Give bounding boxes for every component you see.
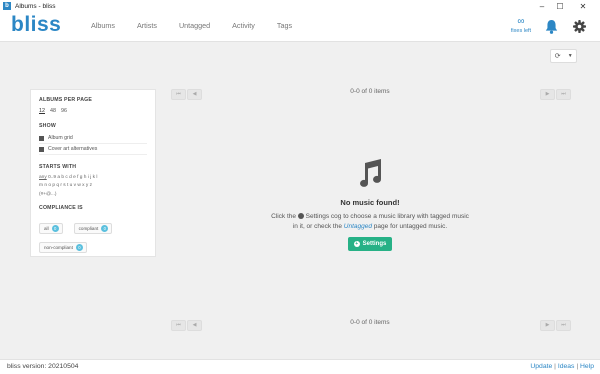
show-title: SHOW: [39, 123, 56, 129]
no-music-text-3: page for untagged music.: [373, 222, 448, 230]
app-icon: b: [3, 2, 11, 10]
music-note-icon: [360, 159, 382, 187]
settings-button-label: Settings: [362, 241, 387, 247]
compliance-buttons: all 0 compliant 0 non-compliant 0: [39, 217, 147, 255]
nav-untagged[interactable]: Untagged: [179, 21, 210, 30]
settings-cog-icon: [297, 212, 304, 219]
no-music-message: Click the Settings cog to choose a music…: [270, 212, 470, 231]
grid-icon: [39, 135, 44, 141]
update-link[interactable]: Update: [530, 363, 552, 370]
refresh-dropdown[interactable]: ⟳ ▼: [550, 49, 577, 63]
pager-bottom-prev-button[interactable]: ◀: [187, 320, 202, 331]
pager-bottom-next-button[interactable]: ▶: [540, 320, 555, 331]
help-link[interactable]: Help: [580, 363, 594, 370]
main-nav: Albums Artists Untagged Activity Tags: [91, 21, 314, 30]
compliance-noncompliant-count: 0: [75, 244, 83, 252]
compliance-noncompliant-label: non-compliant: [44, 245, 73, 251]
pager-top-prev-button[interactable]: ◀: [187, 89, 202, 100]
albums-per-page-title: ALBUMS PER PAGE: [39, 97, 93, 103]
pager-bottom-first-button[interactable]: ⏮: [171, 320, 186, 331]
compliance-all-count: 0: [51, 225, 59, 233]
per-page-96[interactable]: 96: [61, 108, 67, 114]
letters-row-2[interactable]: m n o p q r s t u v w x y z: [39, 182, 147, 190]
letter-any[interactable]: any: [39, 175, 47, 180]
untagged-link[interactable]: Untagged: [344, 223, 372, 230]
pager-bottom-last-button[interactable]: ⏭: [556, 320, 571, 331]
compliance-compliant-label: compliant: [78, 226, 99, 232]
empty-state: No music found! Click the Settings cog t…: [270, 158, 470, 251]
nav-artists[interactable]: Artists: [137, 21, 157, 30]
letters-row-3[interactable]: (#+@...): [39, 191, 147, 199]
no-music-text-1: Click the: [271, 213, 296, 220]
show-album-grid[interactable]: Album grid: [39, 133, 147, 144]
nav-activity[interactable]: Activity: [232, 21, 255, 30]
fixes-left-label: fixes left: [510, 28, 532, 34]
albums-per-page-options: 12 48 96: [39, 108, 147, 114]
compliance-noncompliant-button[interactable]: non-compliant 0: [39, 242, 87, 254]
settings-plus-icon: +: [353, 241, 360, 247]
starts-with-letters[interactable]: any 0..9 a b c d e f g h i j k l m n o p…: [39, 174, 147, 199]
show-album-grid-label: Album grid: [48, 135, 73, 141]
version-label: bliss version: 20210504: [7, 363, 79, 370]
ideas-link[interactable]: Ideas: [558, 363, 575, 370]
letters-line-1[interactable]: any 0..9 a b c d e f g h i j k l: [39, 174, 147, 182]
footer-separator: |: [576, 363, 579, 370]
close-button[interactable]: ✕: [571, 0, 595, 12]
per-page-12[interactable]: 12: [39, 108, 45, 114]
bell-icon[interactable]: [545, 19, 558, 34]
footer-separator: |: [554, 363, 556, 370]
nav-albums[interactable]: Albums: [91, 21, 115, 30]
compliance-title: COMPLIANCE IS: [39, 205, 83, 212]
pager-top-last-button[interactable]: ⏭: [556, 89, 571, 100]
settings-button[interactable]: + Settings: [347, 237, 393, 251]
window-titlebar: b Albums - bliss – ☐ ✕: [0, 0, 600, 12]
compliance-all-label: all: [44, 226, 49, 232]
refresh-icon[interactable]: ⟳: [551, 52, 564, 60]
show-cover-art-label: Cover art alternatives: [48, 146, 98, 152]
caret-down-icon[interactable]: ▼: [564, 53, 576, 59]
compliance-compliant-count: 0: [101, 225, 109, 233]
show-cover-art-alternatives[interactable]: Cover art alternatives: [39, 144, 147, 155]
maximize-button[interactable]: ☐: [548, 0, 572, 12]
compliance-compliant-button[interactable]: compliant 0: [73, 223, 113, 235]
filter-panel: ALBUMS PER PAGE 12 48 96 SHOW Album grid…: [30, 89, 156, 257]
letters-row-1[interactable]: 0..9 a b c d e f g h i j k l: [48, 175, 97, 180]
per-page-48[interactable]: 48: [50, 108, 56, 114]
no-music-title: No music found!: [340, 198, 400, 207]
footer-links: Update | Ideas | Help: [530, 363, 594, 370]
window-title: Albums - bliss: [15, 2, 56, 10]
gear-icon[interactable]: [573, 20, 586, 33]
pager-top-status: 0-0 of 0 items: [350, 88, 390, 95]
fixes-left-indicator[interactable]: ∞ fixes left: [509, 16, 533, 35]
nav-tags[interactable]: Tags: [277, 21, 292, 30]
pager-top-first-button[interactable]: ⏮: [171, 89, 186, 100]
pager-bottom-status: 0-0 of 0 items: [350, 319, 390, 326]
compliance-all-button[interactable]: all 0: [39, 223, 63, 235]
app-footer: bliss version: 20210504 Update | Ideas |…: [0, 359, 600, 374]
pager-top-next-button[interactable]: ▶: [540, 89, 555, 100]
app-header: bliss Albums Artists Untagged Activity T…: [0, 12, 600, 42]
bliss-logo[interactable]: bliss: [11, 13, 61, 37]
infinity-icon: ∞: [517, 16, 525, 27]
image-icon: [39, 146, 44, 152]
starts-with-title: STARTS WITH: [39, 164, 77, 170]
